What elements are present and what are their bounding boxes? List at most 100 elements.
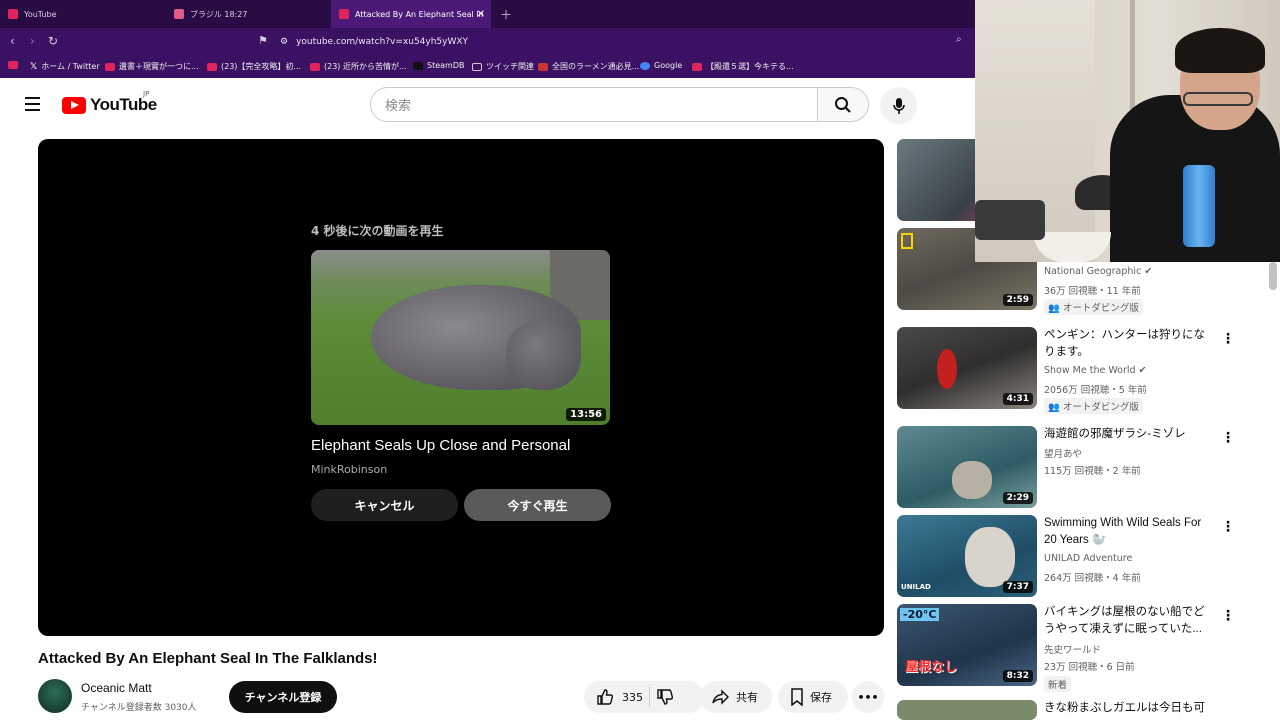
microphone-icon [892, 97, 905, 114]
video-thumbnail[interactable] [897, 700, 1037, 720]
browser-toolbar: ‹ › ↻ ⚑ ⚙ youtube.com/watch?v=xu54yh5yWX… [0, 28, 975, 56]
temperature-label: -20°C [900, 608, 940, 621]
more-horizontal-icon: ••• [857, 690, 879, 704]
video-player[interactable]: 4 秒後に次の動画を再生 13:56 Elephant Seals Up Clo… [38, 139, 884, 636]
bookmark-youtube-icon[interactable] [8, 61, 18, 69]
bookmark-item[interactable]: 遺書＋現實が一つに... [105, 61, 199, 72]
channel-name[interactable]: Show Me the World ✔ [1044, 365, 1147, 376]
more-vertical-icon[interactable]: ⋮ [1221, 519, 1235, 535]
region-label: JP [143, 90, 150, 98]
video-duration: 2:29 [1002, 492, 1033, 504]
upnext-title[interactable]: Elephant Seals Up Close and Personal [311, 437, 570, 454]
channel-name[interactable]: National Geographic ✔ [1044, 266, 1152, 277]
recommended-video[interactable]: UNILAD 7:37 Swimming With Wild Seals For… [897, 515, 1237, 597]
reload-icon[interactable]: ↻ [48, 34, 58, 48]
upnext-thumbnail[interactable]: 13:56 [311, 250, 610, 425]
more-actions-button[interactable]: ••• [852, 681, 884, 713]
video-thumbnail[interactable]: -20°C 屋根なし 8:32 [897, 604, 1037, 686]
cancel-autoplay-button[interactable]: キャンセル [311, 489, 458, 521]
glasses-shape [1183, 92, 1253, 106]
thumbs-up-icon [597, 689, 614, 705]
like-button[interactable]: 335 [596, 688, 643, 706]
keyboard-shape [975, 200, 1045, 240]
search-icon [835, 96, 851, 113]
unilad-logo: UNILAD [901, 583, 931, 591]
tab-youtube[interactable]: YouTube [0, 0, 165, 28]
youtube-logo[interactable]: YouTube [62, 95, 157, 115]
play-now-button[interactable]: 今すぐ再生 [464, 489, 611, 521]
like-dislike-group: 335 [584, 681, 704, 713]
badge-label: オートダビング版 [1062, 303, 1139, 314]
more-vertical-icon[interactable]: ⋮ [1221, 331, 1235, 347]
autoplay-countdown: 4 秒後に次の動画を再生 [311, 224, 444, 238]
video-title[interactable]: バイキングは屋根のない船でどうやって凍えずに眠っていた... [1044, 604, 1214, 638]
share-button[interactable]: 共有 [700, 681, 772, 713]
channel-name[interactable]: 望月あや [1044, 446, 1082, 460]
address-bar[interactable]: ⚙ youtube.com/watch?v=xu54yh5yWXY [280, 32, 970, 52]
channel-avatar[interactable] [38, 679, 72, 713]
recommended-video[interactable]: 4:31 ペンギン：ハンターは狩りになります。 Show Me the Worl… [897, 327, 1237, 417]
webcam-overlay [975, 0, 1280, 262]
channel-name[interactable]: 先史ワールド [1044, 642, 1101, 656]
new-tab-icon[interactable]: ＋ [500, 6, 512, 23]
recommended-video-partial[interactable]: きな粉まぶしガエルは今日も可 [897, 700, 1237, 720]
tab-brazil[interactable]: ブラジル 18:27 [166, 0, 330, 28]
bookmark-item[interactable]: SteamDB [413, 61, 464, 70]
bookmark-label: 全国のラーメン通必見... [552, 62, 640, 71]
close-tab-icon[interactable]: ✕ [477, 9, 485, 20]
video-meta: 36万 回視聴・11 年前 [1044, 286, 1141, 297]
bookmarks-bar: 𝕏 ホーム / Twitter 遺書＋現實が一つに... (23)【完全攻略】初.… [0, 56, 975, 78]
menu-icon[interactable] [25, 97, 40, 115]
video-duration: 2:59 [1002, 294, 1033, 306]
search-input[interactable]: 検索 [370, 87, 818, 122]
search-button[interactable] [817, 87, 869, 122]
channel-label: Show Me the World [1044, 365, 1136, 376]
divider [649, 687, 650, 707]
bookmark-label: ホーム / Twitter [41, 62, 100, 71]
subscriber-count: チャンネル登録者数 3030人 [81, 703, 197, 713]
video-meta: 2056万 回視聴・5 年前 [1044, 385, 1147, 396]
site-info-icon[interactable]: ⚙ [280, 37, 288, 47]
video-title[interactable]: きな粉まぶしガエルは今日も可 [1044, 700, 1214, 717]
verified-icon: ✔ [1138, 365, 1147, 376]
upnext-channel: MinkRobinson [311, 463, 388, 476]
zoom-icon[interactable]: ⌕ [956, 34, 962, 45]
tab-active-video[interactable]: Attacked By An Elephant Seal In ✕ [331, 0, 491, 28]
video-title[interactable]: Swimming With Wild Seals For 20 Years 🦭 [1044, 515, 1214, 549]
video-thumbnail[interactable]: UNILAD 7:37 [897, 515, 1037, 597]
bookmark-item[interactable]: 【殿還５選】今キテる... [692, 61, 794, 72]
video-meta: 264万 回視聴・4 年前 [1044, 573, 1141, 584]
bookmark-item[interactable]: ツイッチ関連 [472, 61, 534, 72]
channel-name[interactable]: UNILAD Adventure [1044, 553, 1132, 564]
bookmark-item[interactable]: (23)【完全攻略】初... [207, 61, 301, 72]
recommended-video[interactable]: -20°C 屋根なし 8:32 バイキングは屋根のない船でどうやって凍えずに眠っ… [897, 604, 1237, 694]
video-thumbnail[interactable]: 2:29 [897, 426, 1037, 508]
video-thumbnail[interactable]: 4:31 [897, 327, 1037, 409]
new-badge: 新着 [1044, 676, 1072, 692]
bookmark-item[interactable]: 全国のラーメン通必見... [538, 61, 639, 72]
youtube-favicon-icon [8, 9, 18, 19]
recommended-video[interactable]: 2:29 海遊館の邪魔ザラシ-ミゾレ 望月あや 115万 回視聴・2 年前 ⋮ [897, 426, 1237, 508]
channel-name[interactable]: Oceanic Matt [81, 681, 152, 695]
video-duration: 7:37 [1002, 581, 1033, 593]
bookmark-label: SteamDB [427, 61, 465, 70]
video-title[interactable]: ペンギン：ハンターは狩りになります。 [1044, 327, 1214, 361]
sidebar-scrollbar[interactable] [1269, 262, 1277, 290]
forward-icon[interactable]: › [30, 34, 35, 48]
share-icon [712, 689, 729, 705]
bookmark-icon[interactable]: ⚑ [258, 34, 268, 47]
bookmark-item[interactable]: 𝕏 ホーム / Twitter [30, 61, 100, 72]
back-icon[interactable]: ‹ [10, 34, 15, 48]
voice-search-button[interactable] [880, 87, 917, 124]
subscribe-button[interactable]: チャンネル登録 [229, 681, 337, 713]
save-label: 保存 [810, 691, 832, 704]
youtube-favicon-icon [339, 9, 349, 19]
bookmark-item[interactable]: Google [640, 61, 682, 70]
bookmark-item[interactable]: (23) 近所から苦情が... [310, 61, 407, 72]
save-button[interactable]: 保存 [778, 681, 848, 713]
more-vertical-icon[interactable]: ⋮ [1221, 430, 1235, 446]
thumbs-down-icon[interactable] [656, 688, 674, 706]
video-title[interactable]: 海遊館の邪魔ザラシ-ミゾレ [1044, 426, 1214, 443]
play-now-label: 今すぐ再生 [507, 498, 568, 513]
more-vertical-icon[interactable]: ⋮ [1221, 608, 1235, 624]
